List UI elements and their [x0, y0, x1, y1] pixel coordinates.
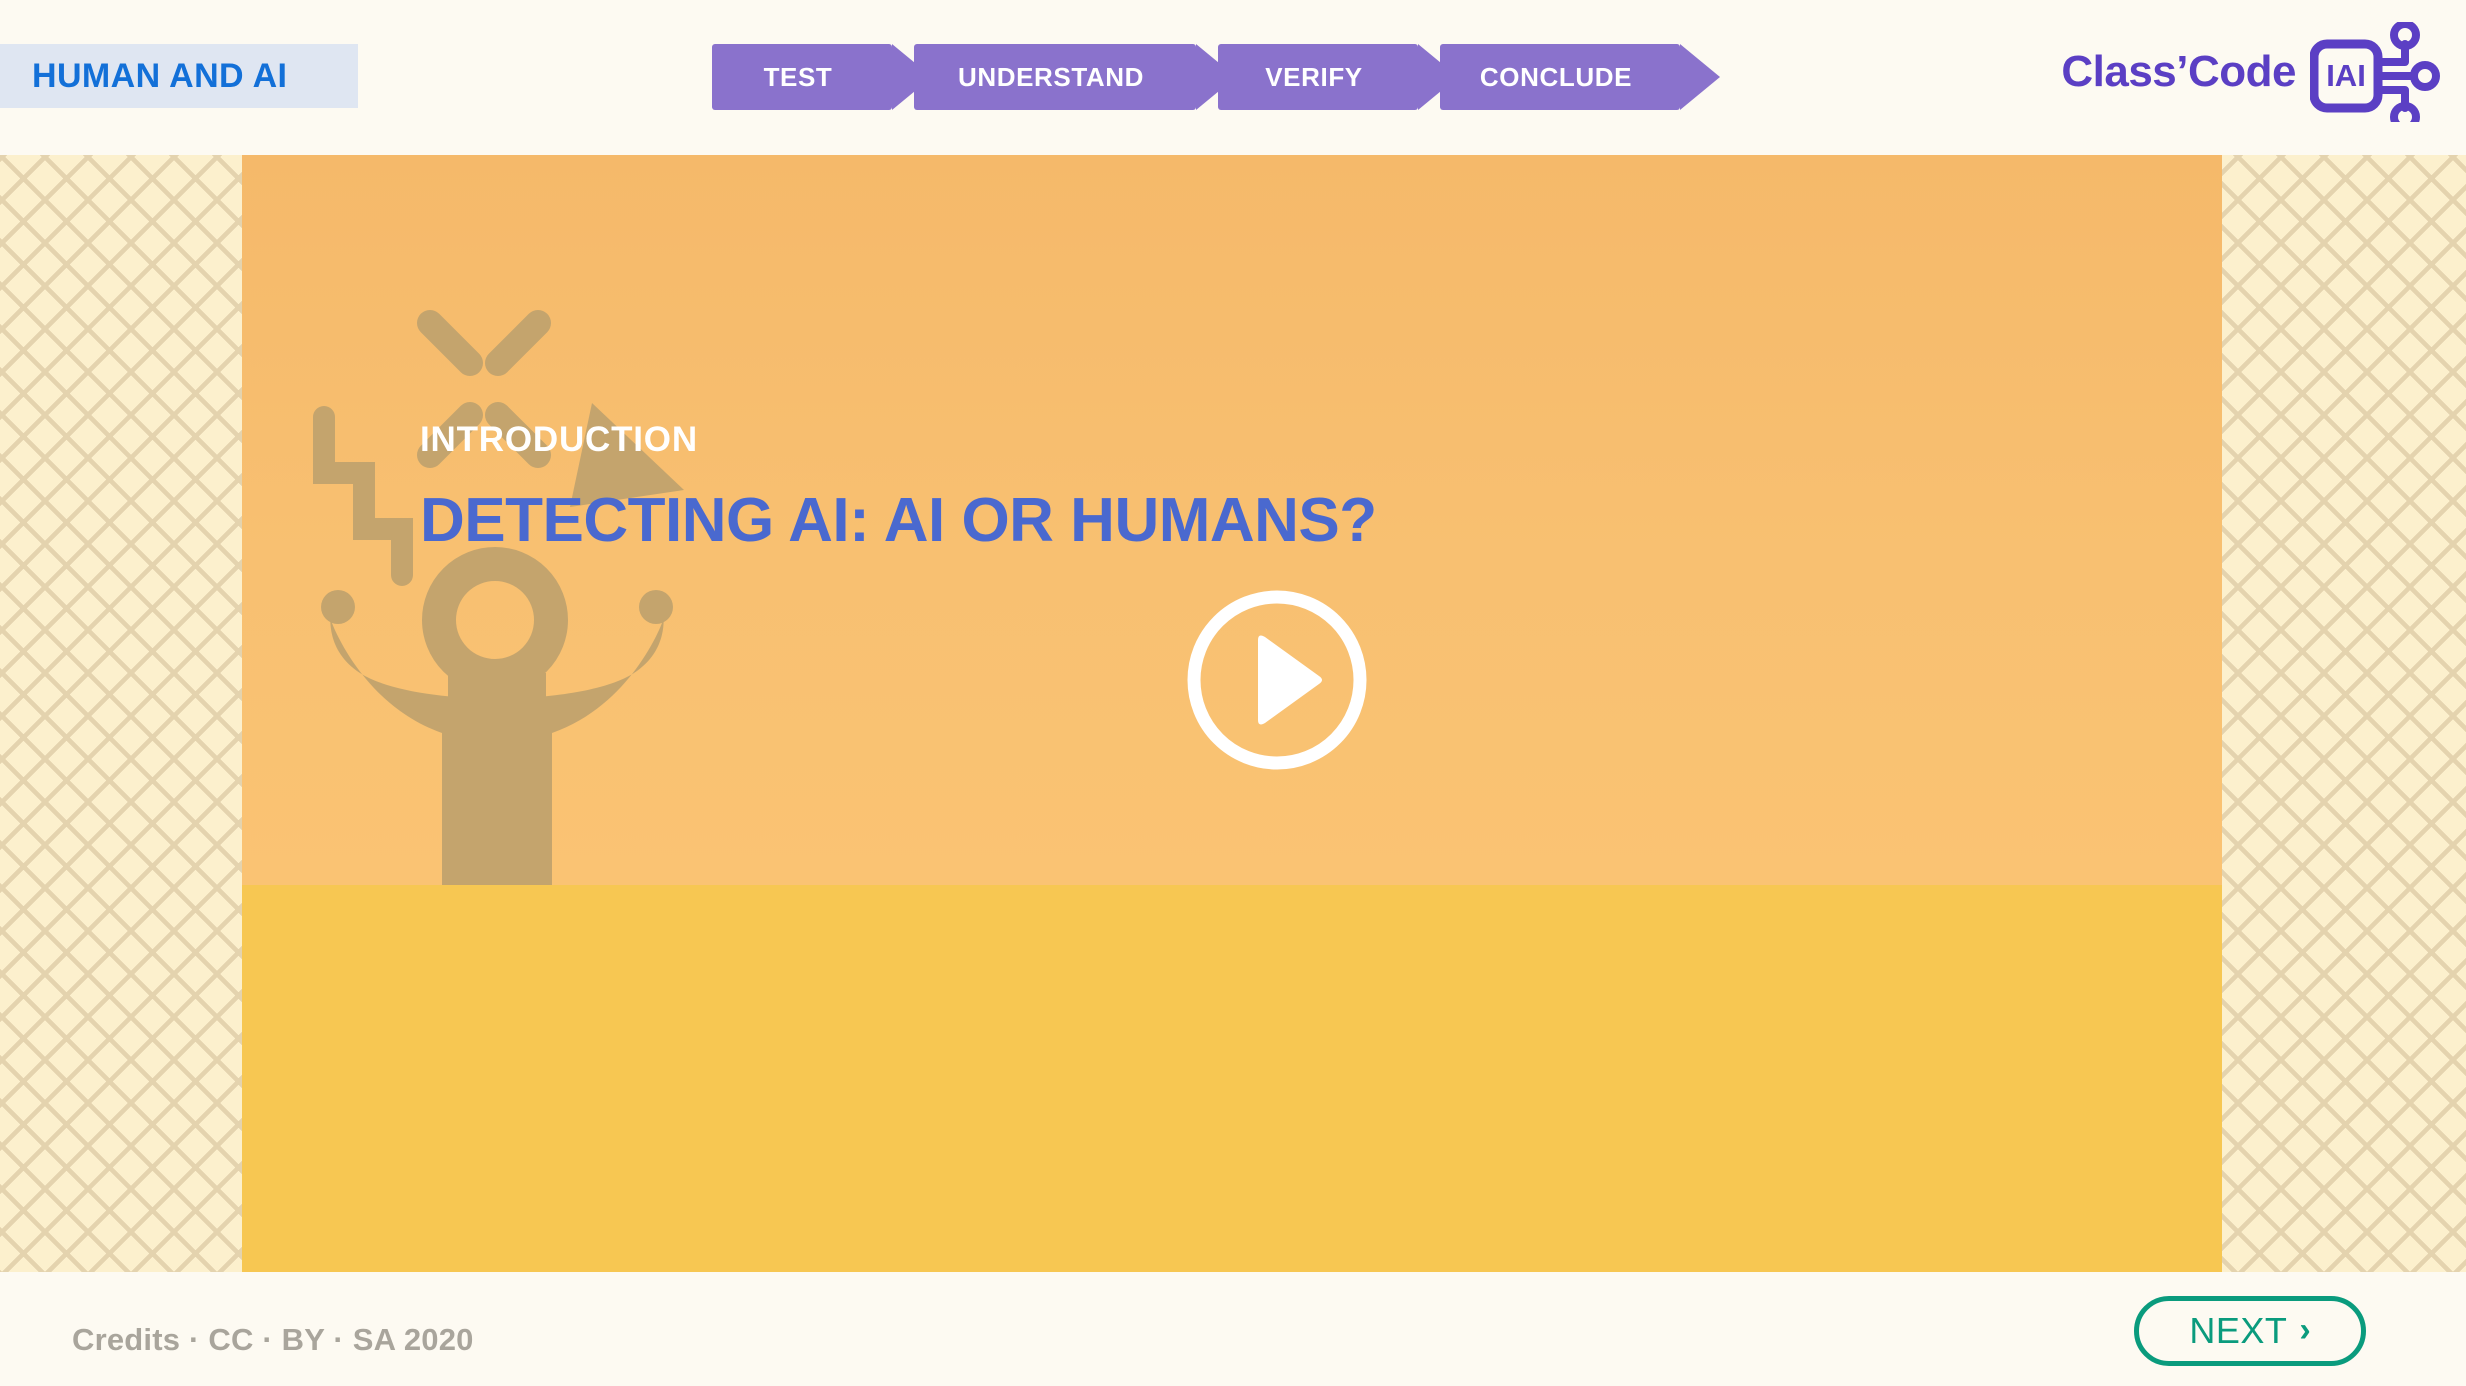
topic-badge: HUMAN AND AI: [0, 44, 358, 108]
iai-chip-icon: IAI: [2310, 22, 2440, 122]
breadcrumb-step-label: UNDERSTAND: [957, 61, 1145, 92]
next-button[interactable]: NEXT ›: [2134, 1296, 2366, 1366]
credits-text[interactable]: Credits · CC · BY · SA 2020: [72, 1322, 474, 1358]
lesson-card: INTRODUCTION DETECTING AI: AI OR HUMANS?: [242, 155, 2222, 1272]
chevron-right-icon: ›: [2299, 1311, 2311, 1349]
breadcrumb-step-label: TEST: [763, 61, 833, 92]
breadcrumb-step-understand[interactable]: UNDERSTAND: [914, 44, 1196, 110]
caption-area: [242, 885, 2222, 1272]
section-eyebrow: INTRODUCTION: [420, 420, 698, 459]
breadcrumb-step-label: VERIFY: [1265, 61, 1363, 92]
breadcrumb-step-conclude[interactable]: CONCLUDE: [1440, 44, 1680, 110]
chip-text: IAI: [2326, 58, 2366, 93]
breadcrumb-step-label: CONCLUDE: [1479, 61, 1633, 92]
topic-badge-label: HUMAN AND AI: [32, 56, 288, 95]
footer-bar: Credits · CC · BY · SA 2020 NEXT ›: [0, 1272, 2466, 1386]
breadcrumb-step-verify[interactable]: VERIFY: [1218, 44, 1418, 110]
next-button-label: NEXT: [2189, 1310, 2288, 1351]
classcode-logo[interactable]: Class’Code IAI: [2061, 22, 2442, 122]
page-root: HUMAN AND AI TEST UNDERSTAND VERIFY CONC…: [0, 0, 2466, 1386]
human-ai-illustration: [313, 310, 684, 885]
page-title: DETECTING AI: AI OR HUMANS?: [420, 486, 1377, 555]
breadcrumb: TEST UNDERSTAND VERIFY CONCLUDE: [712, 44, 1702, 110]
breadcrumb-step-test[interactable]: TEST: [712, 44, 892, 110]
header-bar: HUMAN AND AI TEST UNDERSTAND VERIFY CONC…: [0, 0, 2466, 155]
play-button[interactable]: [1182, 585, 1372, 775]
logo-wordmark: Class’Code: [2061, 47, 2296, 96]
